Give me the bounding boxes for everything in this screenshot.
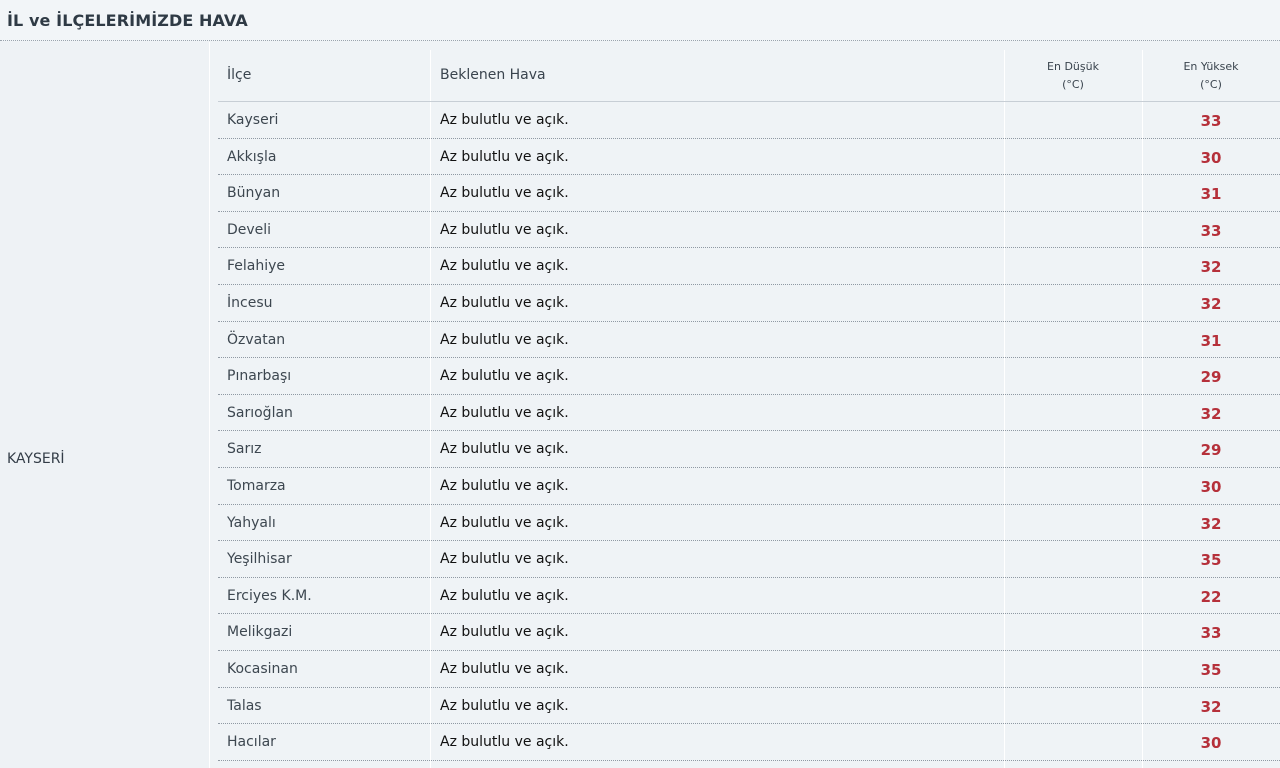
title-bar: İL ve İLÇELERİMİZDE HAVA — [0, 0, 1280, 41]
district-cell: Felahiye — [227, 258, 286, 275]
header-low-label: En Düşük — [1047, 60, 1099, 73]
district-cell: Talas — [227, 697, 262, 714]
weather-cell: Az bulutlu ve açık. — [440, 404, 569, 421]
table-header: İlçe Beklenen Hava En Düşük (°C) En Yüks… — [218, 50, 1280, 102]
weather-cell: Az bulutlu ve açık. — [440, 185, 569, 202]
weather-cell: Az bulutlu ve açık. — [440, 368, 569, 385]
table-row: Kocasinan Az bulutlu ve açık. 35 — [218, 651, 1280, 688]
table-row: Tomarza Az bulutlu ve açık. 30 — [218, 468, 1280, 505]
district-cell: Develi — [227, 221, 272, 238]
weather-cell: Az bulutlu ve açık. — [440, 441, 569, 458]
high-temp-cell: 31 — [1200, 331, 1222, 350]
table-row: Kayseri Az bulutlu ve açık. 33 — [218, 102, 1280, 139]
weather-cell: Az bulutlu ve açık. — [440, 221, 569, 238]
district-cell: Yahyalı — [227, 514, 276, 531]
province-name: KAYSERİ — [7, 451, 65, 467]
high-temp-cell: 32 — [1200, 258, 1222, 277]
high-temp-cell: 29 — [1200, 368, 1222, 387]
header-high-label: En Yüksek — [1183, 60, 1239, 73]
province-column: KAYSERİ — [0, 42, 210, 768]
table-body: Kayseri Az bulutlu ve açık. 33 Akkışla Az bu… — [218, 102, 1280, 761]
weather-cell: Az bulutlu ve açık. — [440, 258, 569, 275]
district-cell: Hacılar — [227, 734, 276, 751]
table-row: Develi Az bulutlu ve açık. 33 — [218, 212, 1280, 249]
weather-cell: Az bulutlu ve açık. — [440, 587, 569, 604]
high-temp-cell: 35 — [1200, 660, 1222, 679]
weather-cell: Az bulutlu ve açık. — [440, 112, 569, 128]
table-row: Felahiye Az bulutlu ve açık. 32 — [218, 248, 1280, 285]
table-row: Özvatan Az bulutlu ve açık. 31 — [218, 322, 1280, 359]
district-cell: Tomarza — [227, 477, 286, 494]
table-row: Akkışla Az bulutlu ve açık. 30 — [218, 139, 1280, 176]
table-row: Yeşilhisar Az bulutlu ve açık. 35 — [218, 541, 1280, 578]
high-temp-cell: 32 — [1200, 404, 1222, 423]
header-high-temp: En Yüksek (°C) — [1142, 58, 1280, 94]
header-district: İlçe — [227, 67, 252, 83]
weather-cell: Az bulutlu ve açık. — [440, 734, 569, 751]
forecast-table: İlçe Beklenen Hava En Düşük (°C) En Yüks… — [218, 50, 1280, 768]
high-temp-cell: 33 — [1200, 221, 1222, 240]
high-temp-cell: 30 — [1200, 477, 1222, 496]
table-row: Sarıoğlan Az bulutlu ve açık. 32 — [218, 395, 1280, 432]
high-temp-cell: 35 — [1200, 551, 1222, 570]
table-row: Bünyan Az bulutlu ve açık. 31 — [218, 175, 1280, 212]
weather-cell: Az bulutlu ve açık. — [440, 551, 569, 568]
table-row: Melikgazi Az bulutlu ve açık. 33 — [218, 614, 1280, 651]
district-cell: Sarıoğlan — [227, 404, 293, 421]
header-low-unit: (°C) — [1062, 78, 1084, 91]
high-temp-cell: 32 — [1200, 697, 1222, 716]
table-row: Sarız Az bulutlu ve açık. 29 — [218, 431, 1280, 468]
high-temp-cell: 33 — [1200, 624, 1222, 643]
page-title: İL ve İLÇELERİMİZDE HAVA — [7, 11, 248, 30]
district-cell: Özvatan — [227, 331, 286, 348]
district-cell: Yeşilhisar — [227, 551, 292, 568]
district-cell: Kayseri — [227, 112, 279, 128]
high-temp-cell: 33 — [1200, 112, 1222, 130]
high-temp-cell: 32 — [1200, 514, 1222, 533]
header-weather: Beklenen Hava — [440, 67, 546, 83]
high-temp-cell: 29 — [1200, 441, 1222, 460]
district-cell: Sarız — [227, 441, 262, 458]
high-temp-cell: 22 — [1200, 587, 1222, 606]
district-cell: Pınarbaşı — [227, 368, 292, 385]
table-row: Hacılar Az bulutlu ve açık. 30 — [218, 724, 1280, 761]
table-row: Erciyes K.M. Az bulutlu ve açık. 22 — [218, 578, 1280, 615]
district-cell: Erciyes K.M. — [227, 587, 312, 604]
weather-cell: Az bulutlu ve açık. — [440, 697, 569, 714]
table-row: Talas Az bulutlu ve açık. 32 — [218, 688, 1280, 725]
weather-cell: Az bulutlu ve açık. — [440, 514, 569, 531]
high-temp-cell: 31 — [1200, 185, 1222, 204]
header-high-unit: (°C) — [1200, 78, 1222, 91]
district-cell: Melikgazi — [227, 624, 293, 641]
table-row: Yahyalı Az bulutlu ve açık. 32 — [218, 505, 1280, 542]
weather-page: İL ve İLÇELERİMİZDE HAVA KAYSERİ İlçe Be… — [0, 0, 1280, 768]
district-cell: Kocasinan — [227, 660, 298, 677]
district-cell: İncesu — [227, 294, 273, 311]
weather-cell: Az bulutlu ve açık. — [440, 624, 569, 641]
high-temp-cell: 30 — [1200, 734, 1222, 753]
district-cell: Akkışla — [227, 148, 277, 165]
weather-cell: Az bulutlu ve açık. — [440, 660, 569, 677]
weather-cell: Az bulutlu ve açık. — [440, 294, 569, 311]
header-low-temp: En Düşük (°C) — [1004, 58, 1142, 94]
weather-cell: Az bulutlu ve açık. — [440, 477, 569, 494]
district-cell: Bünyan — [227, 185, 281, 202]
table-row: İncesu Az bulutlu ve açık. 32 — [218, 285, 1280, 322]
high-temp-cell: 30 — [1200, 148, 1222, 167]
weather-cell: Az bulutlu ve açık. — [440, 331, 569, 348]
weather-cell: Az bulutlu ve açık. — [440, 148, 569, 165]
table-row: Pınarbaşı Az bulutlu ve açık. 29 — [218, 358, 1280, 395]
high-temp-cell: 32 — [1200, 294, 1222, 313]
